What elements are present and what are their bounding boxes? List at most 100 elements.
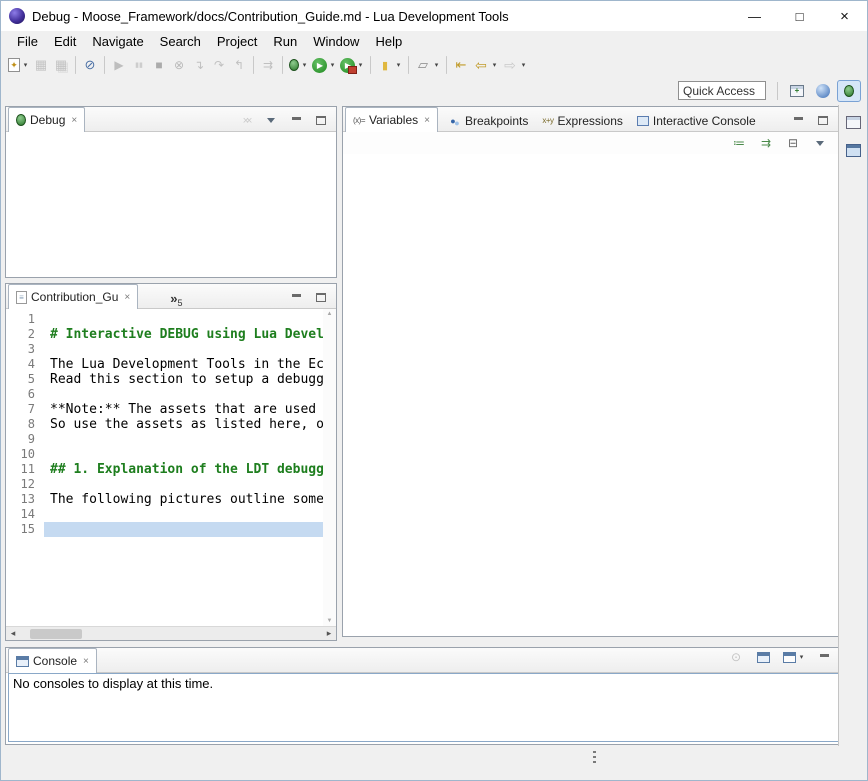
trim-drag-handle[interactable] [593,751,596,765]
show-type-names-button[interactable] [731,136,747,150]
open-perspective-button[interactable] [785,80,809,102]
terminate-button[interactable] [149,54,169,76]
line-text [44,387,323,402]
display-console-button[interactable]: ▾ [781,646,807,668]
dropdown-arrow-icon[interactable]: ▾ [357,61,364,69]
line-text [44,432,323,447]
pin-console-button[interactable] [726,646,746,668]
skip-breakpoints-button[interactable] [80,54,100,76]
scroll-right-icon[interactable]: ▸ [322,628,336,639]
close-tab-icon[interactable]: × [424,115,430,126]
quick-access-input[interactable]: Quick Access [678,81,766,100]
minimize-view-button[interactable] [790,113,806,127]
debug-perspective-button[interactable] [837,80,861,102]
external-tools-button[interactable]: ▾ [338,54,366,76]
menu-item[interactable]: Edit [46,32,84,51]
lua-perspective-button[interactable] [811,80,835,102]
debug-view-content[interactable] [6,132,336,277]
scrollbar-thumb[interactable] [30,629,82,639]
dropdown-arrow-icon[interactable]: ▾ [395,61,402,69]
variables-view-content[interactable] [343,154,838,636]
maximize-view-button[interactable] [313,113,329,127]
collapse-all-button[interactable] [785,136,801,150]
back-button[interactable]: ▾ [471,54,500,76]
dropdown-arrow-icon[interactable]: ▾ [798,653,805,661]
last-edit-location-button[interactable] [451,54,471,76]
view-menu-button[interactable] [263,113,279,127]
menu-item[interactable]: Window [305,32,367,51]
suspend-button[interactable] [129,54,149,76]
console-view-tab[interactable]: Console × [8,648,97,673]
maximize-view-button[interactable] [815,113,831,127]
menu-item[interactable]: Navigate [84,32,151,51]
menu-item[interactable]: Help [367,32,410,51]
scroll-left-icon[interactable]: ◂ [6,628,20,639]
minimize-view-button[interactable] [816,650,832,664]
console-view: Console × ▾ No consoles t [5,647,865,745]
line-text: ## 1. Explanation of the LDT debuggin [44,462,323,477]
dropdown-arrow-icon[interactable]: ▾ [329,61,336,69]
restore-minimized-view-button[interactable] [843,112,863,132]
vertical-scrollbar[interactable]: ▲ ▼ [323,309,336,626]
step-return-button[interactable] [229,54,249,76]
close-window-button[interactable]: × [822,1,867,31]
scroll-up-icon[interactable]: ▲ [327,311,333,317]
dropdown-arrow-icon[interactable]: ▾ [301,61,308,69]
view-menu-button[interactable] [812,136,828,150]
tab-expressions[interactable]: Expressions [535,109,630,132]
dropdown-arrow-icon[interactable]: ▾ [491,61,498,69]
step-over-button[interactable] [209,54,229,76]
minimize-window-button[interactable]: — [732,1,777,31]
disconnect-button[interactable] [169,54,189,76]
menu-item[interactable]: Project [209,32,265,51]
save-button[interactable] [31,54,51,76]
close-tab-icon[interactable]: × [124,292,130,303]
tab-interactive-console[interactable]: Interactive Console [630,109,763,132]
debug-view-tab[interactable]: Debug × [8,107,85,132]
tab-breakpoints[interactable]: Breakpoints [438,109,535,132]
use-step-filters-button[interactable] [258,54,278,76]
dropdown-arrow-icon[interactable]: ▾ [520,61,527,69]
menu-item[interactable]: Run [265,32,305,51]
dropdown-arrow-icon[interactable]: ▾ [22,61,29,69]
bug-icon [16,114,26,126]
toolbar-icon [131,57,147,73]
remove-terminated-button[interactable] [238,113,254,127]
line-text [44,447,323,462]
save-all-button[interactable] [51,54,71,76]
maximize-window-button[interactable]: □ [777,1,822,31]
debug-button[interactable]: ▾ [287,54,310,76]
debug-view: Debug × [5,106,337,278]
editor-tab-overflow[interactable]: » 5 [170,290,182,308]
scroll-down-icon[interactable]: ▼ [327,618,333,624]
run-button[interactable]: ▾ [310,54,338,76]
minimized-outline-view-button[interactable] [843,140,863,160]
new-button[interactable]: ▾ [6,54,31,76]
tab-variables[interactable]: Variables × [345,107,438,132]
editor-content[interactable]: 1 2 # Interactive DEBUG using Lua Develo… [6,309,336,640]
close-tab-icon[interactable]: × [83,656,89,667]
minimized-view-icon [846,144,861,157]
tab-icon [445,113,461,129]
scrollbar-track[interactable] [20,627,322,640]
close-tab-icon[interactable]: × [71,115,77,126]
resume-button[interactable] [109,54,129,76]
menu-item[interactable]: Search [152,32,209,51]
minimize-view-button[interactable] [288,290,304,304]
menubar: FileEditNavigateSearchProjectRunWindowHe… [1,31,867,52]
minimize-icon [820,653,829,662]
step-into-button[interactable] [189,54,209,76]
minimize-view-button[interactable] [288,113,304,127]
open-console-button[interactable] [755,646,772,668]
editor-text-area[interactable]: 1 2 # Interactive DEBUG using Lua Develo… [6,312,323,626]
open-window-button[interactable]: ▾ [413,54,442,76]
editor-tab-contribution-guide[interactable]: Contribution_Gu × [8,284,138,309]
hidden-editors-count: 5 [177,298,182,308]
menu-item[interactable]: File [9,32,46,51]
annotate-button[interactable]: ▾ [375,54,404,76]
maximize-view-button[interactable] [313,290,329,304]
show-logical-structures-button[interactable] [758,136,774,150]
dropdown-arrow-icon[interactable]: ▾ [433,61,440,69]
horizontal-scrollbar[interactable]: ◂ ▸ [6,626,336,640]
forward-button[interactable]: ▾ [500,54,529,76]
